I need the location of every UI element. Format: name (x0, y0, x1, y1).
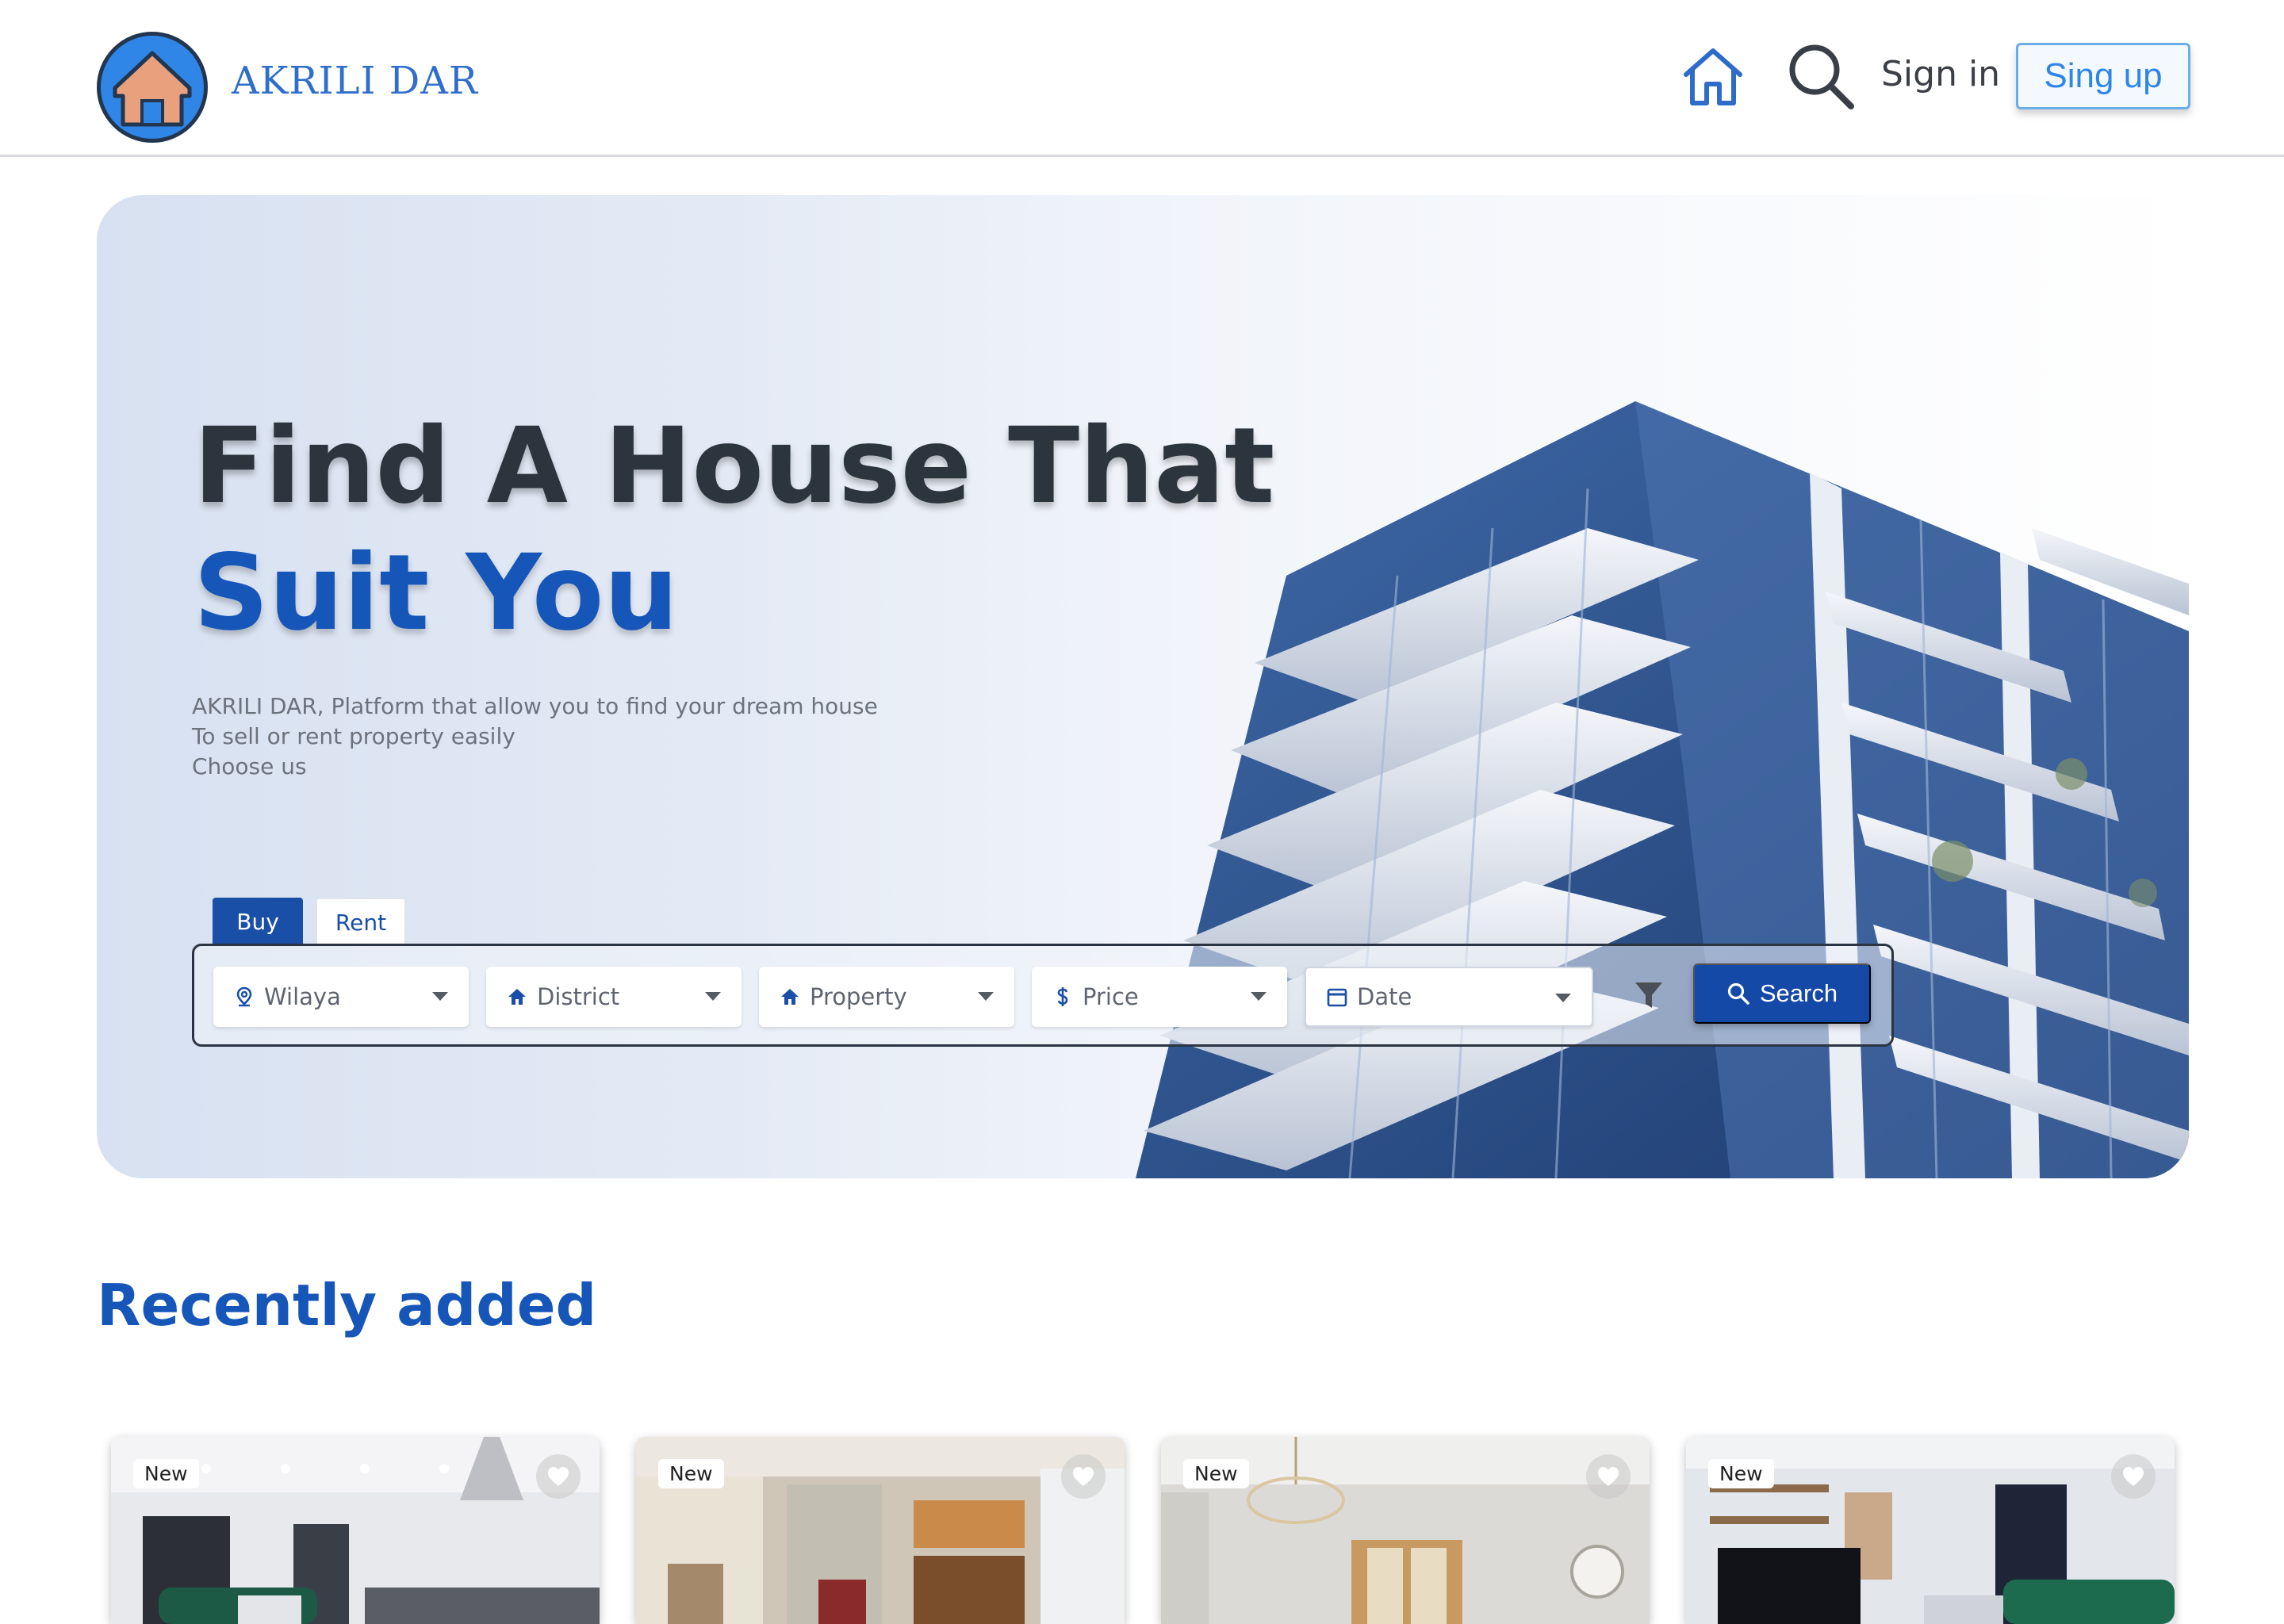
home-icon[interactable] (1680, 43, 1746, 109)
search-button[interactable]: Search (1693, 963, 1871, 1024)
search-icon[interactable] (1784, 40, 1857, 113)
wilaya-label: Wilaya (264, 983, 341, 1010)
new-badge: New (133, 1459, 199, 1488)
new-badge: New (1708, 1459, 1774, 1488)
property-card[interactable]: New (111, 1437, 600, 1624)
home-small-icon (780, 986, 800, 1007)
new-badge: New (658, 1459, 724, 1488)
chevron-down-icon (432, 992, 448, 1001)
location-pin-icon (234, 986, 255, 1007)
heart-icon[interactable] (1586, 1454, 1631, 1499)
hero-title-line1: Find A House That (194, 405, 1275, 527)
district-select[interactable]: District (486, 967, 742, 1027)
wilaya-select[interactable]: Wilaya (213, 967, 469, 1027)
property-label: Property (810, 983, 907, 1010)
price-label: Price (1083, 983, 1139, 1010)
chevron-down-icon (1555, 994, 1571, 1002)
tab-buy[interactable]: Buy (213, 898, 303, 945)
hero-description-line: Choose us (192, 753, 307, 779)
hero-description-line: To sell or rent property easily (192, 723, 515, 749)
date-label: Date (1357, 983, 1412, 1010)
date-select[interactable]: Date (1305, 967, 1593, 1027)
hero-description-line: AKRILI DAR, Platform that allow you to f… (192, 693, 878, 719)
chevron-down-icon (1251, 992, 1267, 1001)
sign-up-button[interactable]: Sing up (2016, 43, 2190, 109)
search-bar: Wilaya District Property Price Date Sear… (192, 944, 1894, 1047)
section-title-recent: Recently added (97, 1272, 597, 1339)
search-button-label: Search (1759, 979, 1838, 1007)
filter-icon[interactable] (1633, 979, 1665, 1011)
dollar-icon (1052, 986, 1073, 1007)
heart-icon[interactable] (536, 1454, 581, 1499)
new-badge: New (1183, 1459, 1249, 1488)
home-small-icon (507, 986, 527, 1007)
hero-description: AKRILI DAR, Platform that allow you to f… (192, 691, 878, 782)
search-icon (1727, 982, 1749, 1005)
calendar-icon (1327, 986, 1347, 1007)
price-select[interactable]: Price (1032, 967, 1287, 1027)
property-card[interactable]: New (1686, 1437, 2175, 1624)
chevron-down-icon (705, 992, 721, 1001)
sign-in-link[interactable]: Sign in (1881, 54, 2000, 94)
tab-rent[interactable]: Rent (316, 898, 406, 945)
heart-icon[interactable] (2111, 1454, 2156, 1499)
navbar: AKRILI DAR Sign in Sing up (0, 0, 2284, 157)
property-card[interactable]: New (1161, 1437, 1650, 1624)
district-label: District (537, 983, 620, 1010)
property-card[interactable]: New (636, 1437, 1125, 1624)
property-select[interactable]: Property (759, 967, 1014, 1027)
hero-title-line2: Suit You (194, 532, 679, 654)
chevron-down-icon (978, 992, 994, 1001)
house-logo-icon[interactable] (97, 32, 208, 143)
brand-name[interactable]: AKRILI DAR (232, 59, 478, 103)
hero-banner: Find A House That Suit You AKRILI DAR, P… (97, 195, 2189, 1178)
heart-icon[interactable] (1061, 1454, 1106, 1499)
